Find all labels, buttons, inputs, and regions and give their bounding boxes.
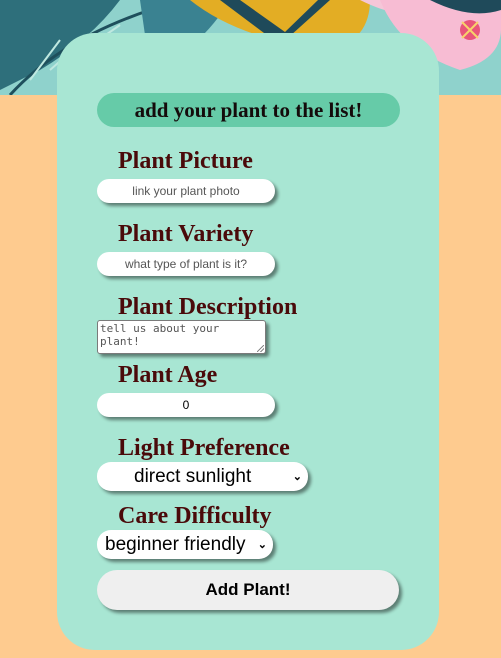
plant-picture-label: Plant Picture [118, 148, 253, 174]
light-preference-label: Light Preference [118, 435, 290, 461]
form-title: add your plant to the list! [97, 93, 400, 127]
resize-grip-icon[interactable] [257, 345, 264, 352]
care-difficulty-value: beginner friendly [105, 533, 246, 555]
chevron-down-icon: ⌄ [292, 471, 302, 483]
plant-age-label: Plant Age [118, 362, 218, 388]
plant-picture-input[interactable]: link your plant photo [97, 179, 275, 203]
plant-description-label: Plant Description [118, 294, 298, 320]
plant-age-input[interactable]: 0 [97, 393, 275, 417]
add-plant-form-card: add your plant to the list! Plant Pictur… [57, 33, 439, 650]
plant-variety-input[interactable]: what type of plant is it? [97, 252, 275, 276]
light-preference-select[interactable]: direct sunlight ⌄ [97, 462, 308, 491]
light-preference-value: direct sunlight [134, 465, 252, 487]
plant-description-placeholder: tell us about your plant! [100, 322, 220, 348]
plant-description-textarea[interactable]: tell us about your plant! [97, 320, 266, 354]
care-difficulty-select[interactable]: beginner friendly ⌄ [97, 530, 273, 559]
care-difficulty-label: Care Difficulty [118, 503, 272, 529]
plant-variety-label: Plant Variety [118, 221, 254, 247]
add-plant-button[interactable]: Add Plant! [97, 570, 399, 610]
chevron-down-icon: ⌄ [257, 539, 267, 551]
